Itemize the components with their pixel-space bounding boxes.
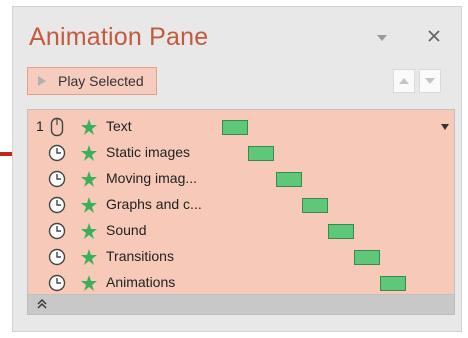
animation-name: Static images (106, 144, 191, 160)
animation-row[interactable]: Graphs and c... (28, 192, 454, 218)
clock-icon (48, 248, 66, 266)
timeline-bar[interactable] (380, 276, 406, 291)
fly-in-effect-icon (81, 223, 97, 239)
animation-name: Moving imag... (106, 170, 198, 186)
animation-row[interactable]: Animations (28, 270, 454, 296)
move-up-button[interactable] (393, 69, 415, 93)
double-chevron-up-icon[interactable] (36, 298, 48, 310)
animation-number: 1 (36, 118, 44, 134)
clock-icon (48, 196, 66, 214)
clock-icon (48, 144, 66, 162)
animation-row[interactable]: Transitions (28, 244, 454, 270)
play-triangle-icon (38, 76, 46, 86)
clock-icon (48, 170, 66, 188)
fly-in-effect-icon (81, 171, 97, 187)
timeline-bar[interactable] (302, 198, 328, 213)
fly-in-effect-icon (81, 249, 97, 265)
chevron-down-icon (377, 35, 387, 41)
animation-name: Graphs and c... (106, 196, 202, 212)
animation-name: Animations (106, 274, 176, 290)
timeline-footer (27, 295, 455, 315)
animation-name: Transitions (106, 248, 174, 264)
animation-row[interactable]: 1 Text (28, 114, 454, 140)
fly-in-effect-icon (81, 275, 97, 291)
close-icon (428, 30, 440, 42)
pane-options-button[interactable] (375, 33, 389, 43)
animation-row[interactable]: Sound (28, 218, 454, 244)
move-up-icon (399, 78, 409, 84)
fly-in-effect-icon (81, 145, 97, 161)
clock-icon (48, 274, 66, 292)
chevron-down-icon[interactable] (440, 123, 450, 131)
timeline-bar[interactable] (222, 120, 248, 135)
move-down-icon (425, 78, 435, 84)
animation-pane: Animation Pane Play Selected 1 Text Stat… (12, 6, 462, 332)
animation-row[interactable]: Moving imag... (28, 166, 454, 192)
timeline-bar[interactable] (276, 172, 302, 187)
clock-icon (48, 222, 66, 240)
fly-in-effect-icon (81, 119, 97, 135)
timeline-bar[interactable] (354, 250, 380, 265)
mouse-click-icon (50, 117, 64, 137)
animation-name: Sound (106, 222, 147, 238)
animation-name: Text (106, 118, 132, 134)
move-down-button[interactable] (419, 69, 441, 93)
animation-row[interactable]: Static images (28, 140, 454, 166)
timeline-bar[interactable] (248, 146, 274, 161)
fly-in-effect-icon (81, 197, 97, 213)
close-pane-button[interactable] (423, 25, 445, 47)
pane-title: Animation Pane (29, 23, 209, 51)
play-selected-button[interactable]: Play Selected (27, 67, 157, 95)
animation-list: 1 Text Static images Moving imag... Grap… (27, 109, 455, 295)
timeline-bar[interactable] (328, 224, 354, 239)
play-selected-label: Play Selected (58, 73, 144, 89)
